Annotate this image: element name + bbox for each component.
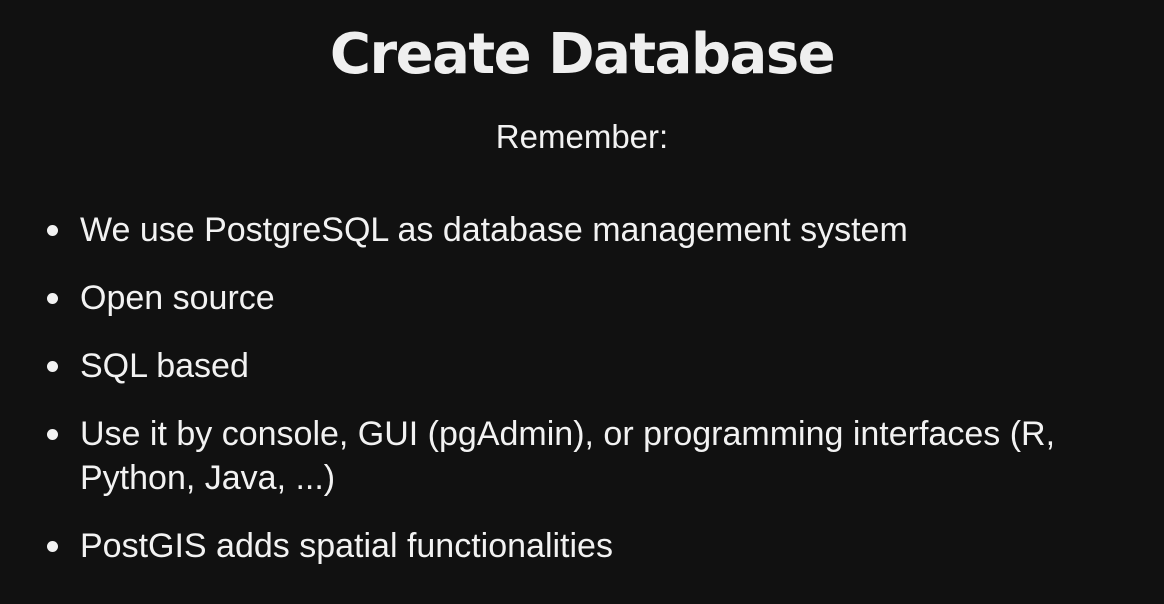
bullet-list: We use PostgreSQL as database management… (0, 208, 1164, 592)
bullet-text: PostGIS adds spatial functionalities (80, 527, 613, 565)
bullet-item: We use PostgreSQL as database management… (0, 208, 1164, 252)
bullet-item: SQL based (0, 344, 1164, 388)
bullet-dot-icon (47, 541, 58, 552)
bullet-text: SQL based (80, 347, 249, 385)
slide-title: Create Database (329, 22, 836, 87)
bullet-dot-icon (47, 429, 58, 440)
bullet-text: Use it by console, GUI (pgAdmin), or pro… (80, 415, 1056, 497)
bullet-dot-icon (47, 293, 58, 304)
slide: Create Database Remember: We use Postgre… (0, 0, 1164, 604)
bullet-item: Open source (0, 276, 1164, 320)
bullet-text: We use PostgreSQL as database management… (80, 211, 908, 249)
bullet-dot-icon (47, 361, 58, 372)
bullet-item: PostGIS adds spatial functionalities (0, 524, 1164, 568)
bullet-dot-icon (47, 225, 58, 236)
bullet-item: Use it by console, GUI (pgAdmin), or pro… (0, 412, 1164, 500)
bullet-text: Open source (80, 279, 275, 317)
slide-subtitle: Remember: (495, 118, 669, 155)
